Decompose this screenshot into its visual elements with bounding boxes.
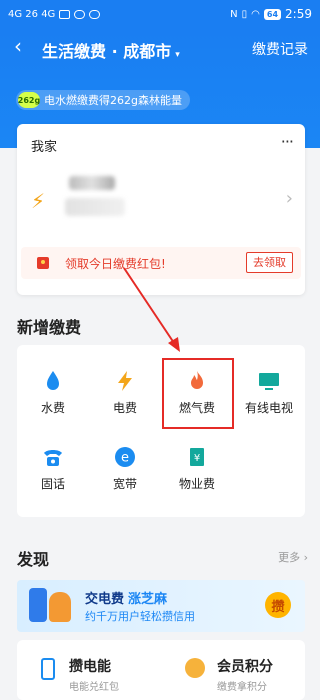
energy-text: 电水燃缴费得262g森林能量 <box>44 94 182 107</box>
discover-title: 发现 <box>17 550 50 569</box>
promo-text: 领取今日缴费红包! <box>65 257 166 271</box>
message-icon <box>89 9 101 19</box>
discover-item-1-sub: 电能兑红包 <box>69 682 119 693</box>
service-property[interactable]: ¥ 物业费 <box>165 445 229 492</box>
battery-charge-icon <box>41 658 55 680</box>
service-grid: 水费 电费 燃气费 有线电视 固话 e 宽带 ¥ 物业费 <box>17 345 305 517</box>
discover-item-2-sub: 缴费拿积分 <box>217 682 267 693</box>
home-title: 我家 <box>31 140 58 155</box>
lightning-icon: ⚡ <box>31 189 46 213</box>
svg-text:e: e <box>121 451 129 466</box>
status-bar: 4G 26 4G N ▯ ◠ 64 2:59 <box>0 0 320 28</box>
energy-badge: 262g <box>18 92 40 108</box>
nfc-icon: N <box>230 8 238 20</box>
signal-text: 4G 26 4G <box>8 8 56 20</box>
back-icon[interactable]: ‹ <box>14 36 22 56</box>
notification-icon <box>59 9 71 19</box>
blurred-account-number <box>65 198 125 216</box>
points-icon <box>185 658 205 678</box>
more-icon[interactable]: ··· <box>281 132 294 151</box>
page-title[interactable]: 生活缴费 · 成都市 ▾ <box>42 38 180 62</box>
banner-action-button[interactable]: 攒 <box>265 592 291 618</box>
energy-banner[interactable]: 262g 电水燃缴费得262g森林能量 <box>16 90 190 110</box>
discover-more-link[interactable]: 更多 › <box>278 549 308 565</box>
payment-records-link[interactable]: 缴费记录 <box>252 39 308 59</box>
service-landline[interactable]: 固话 <box>21 445 85 492</box>
svg-text:¥: ¥ <box>194 453 200 464</box>
service-broadband[interactable]: e 宽带 <box>93 445 157 492</box>
chevron-right-icon[interactable]: › <box>286 188 293 209</box>
promo-bar: 领取今日缴费红包! 去领取 <box>21 247 301 279</box>
chevron-down-icon: ▾ <box>175 50 180 60</box>
claim-button[interactable]: 去领取 <box>246 252 293 273</box>
property-icon: ¥ <box>190 448 204 466</box>
phone-icon <box>29 588 47 622</box>
tv-icon <box>259 373 279 390</box>
water-drop-icon <box>47 371 59 390</box>
discover-banner[interactable]: 交电费 涨芝麻 约千万用户轻松攒信用 攒 <box>17 580 305 632</box>
service-cable-tv[interactable]: 有线电视 <box>237 369 301 416</box>
red-packet-icon <box>37 257 49 269</box>
banner-title: 交电费 涨芝麻 <box>85 592 168 607</box>
highlight-box <box>162 358 234 429</box>
banner-subtitle: 约千万用户轻松攒信用 <box>85 610 195 623</box>
battery-icon: 64 <box>263 8 282 20</box>
circle-icon <box>74 9 86 19</box>
lightning-icon <box>118 371 132 391</box>
broadband-icon: e <box>115 447 135 467</box>
telephone-icon <box>44 450 62 466</box>
discover-item-1-title[interactable]: 攒电能 <box>69 656 111 676</box>
home-card: 我家 ··· ⚡ › 领取今日缴费红包! 去领取 <box>17 124 305 295</box>
discover-items: 攒电能 电能兑红包 会员积分 缴费拿积分 <box>17 640 305 700</box>
person-illustration <box>49 592 71 622</box>
wifi-icon: ◠ <box>251 8 260 20</box>
clock: 2:59 <box>285 7 312 21</box>
vibrate-icon: ▯ <box>241 8 248 20</box>
navbar: ‹ 生活缴费 · 成都市 ▾ 缴费记录 <box>0 30 320 64</box>
blurred-account-name <box>69 176 115 190</box>
service-electricity[interactable]: 电费 <box>93 369 157 416</box>
new-payment-title: 新增缴费 <box>17 318 82 337</box>
discover-item-2-title[interactable]: 会员积分 <box>217 656 273 676</box>
service-water[interactable]: 水费 <box>21 369 85 416</box>
